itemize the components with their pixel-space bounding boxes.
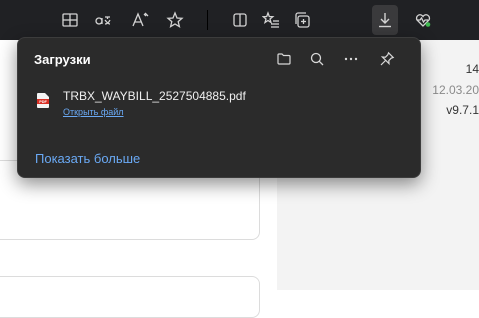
download-item[interactable]: PDF TRBX_WAYBILL_2527504885.pdf Открыть … xyxy=(18,83,420,125)
read-aloud-icon[interactable] xyxy=(127,7,153,33)
open-file-link[interactable]: Открыть файл xyxy=(63,107,124,117)
file-name[interactable]: TRBX_WAYBILL_2527504885.pdf xyxy=(63,89,246,103)
search-icon[interactable] xyxy=(306,48,328,70)
show-more-link[interactable]: Показать больше xyxy=(35,151,140,166)
browser-toolbar xyxy=(0,0,479,40)
favorites-list-icon[interactable] xyxy=(258,7,284,33)
sidebar-icon[interactable] xyxy=(227,7,253,33)
downloads-panel: Загрузки PDF TRBX_WAYBILL_2527504885.pdf… xyxy=(17,37,421,178)
split-screen-icon[interactable] xyxy=(57,7,83,33)
more-options-icon[interactable] xyxy=(340,48,362,70)
panel-title: Загрузки xyxy=(34,52,91,67)
document-number: 14 xyxy=(465,62,479,76)
pin-icon[interactable] xyxy=(376,48,398,70)
open-folder-icon[interactable] xyxy=(273,48,295,70)
pdf-icon-label: PDF xyxy=(39,100,47,104)
health-icon[interactable] xyxy=(410,7,436,33)
pdf-file-icon: PDF xyxy=(37,93,49,108)
collections-icon[interactable] xyxy=(290,7,316,33)
content-card xyxy=(0,276,260,318)
translate-icon[interactable] xyxy=(90,7,116,33)
favorite-star-icon[interactable] xyxy=(162,7,188,33)
downloads-icon[interactable] xyxy=(372,5,398,35)
document-date: 12.03.20 xyxy=(432,83,479,97)
toolbar-divider xyxy=(207,10,208,30)
document-version: v9.7.1 xyxy=(446,103,479,117)
